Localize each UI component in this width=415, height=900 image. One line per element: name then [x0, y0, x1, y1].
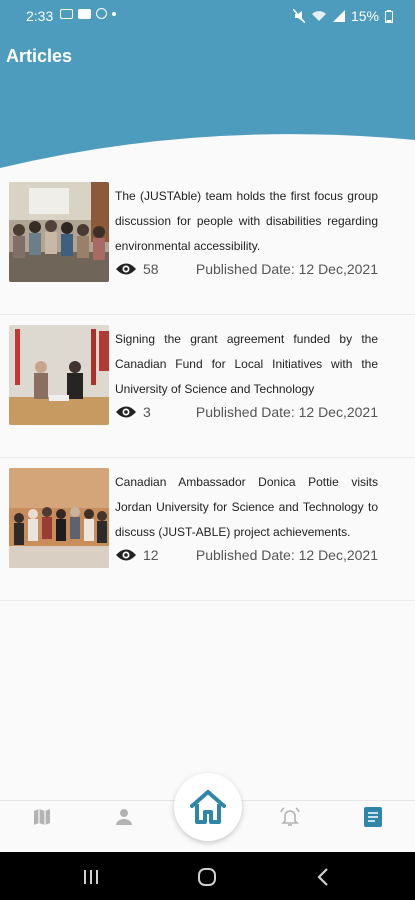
eye-icon	[116, 263, 136, 275]
article-title: Canadian Ambassador Donica Pottie visits…	[115, 475, 378, 539]
cc-icon	[96, 8, 107, 19]
recent-apps-icon	[84, 870, 98, 884]
page-title: Articles	[6, 46, 73, 66]
back-chevron-icon	[317, 868, 328, 886]
article-title: Signing the grant agreement funded by th…	[115, 332, 378, 396]
article-thumbnail[interactable]	[9, 182, 109, 282]
app-header: Articles	[0, 32, 415, 188]
alarm-bell-icon	[280, 807, 300, 826]
wifi-icon	[311, 11, 326, 21]
status-left-icons	[60, 8, 116, 19]
home-icon	[190, 790, 226, 824]
eye-icon	[116, 406, 136, 418]
published-date: Published Date: 12 Dec,2021	[195, 261, 378, 277]
view-count: 12	[143, 547, 159, 563]
recent-apps-button[interactable]	[80, 866, 102, 888]
article-item[interactable]: Canadian Ambassador Donica Pottie visits…	[0, 458, 415, 601]
nav-home[interactable]	[174, 773, 242, 841]
mute-icon	[292, 9, 305, 23]
battery-text: 15%	[350, 8, 379, 24]
circle-home-icon	[198, 868, 216, 886]
map-icon	[34, 809, 50, 825]
article-thumbnail[interactable]	[9, 325, 109, 425]
article-title: The (JUSTAble) team holds the first focu…	[115, 189, 378, 253]
screen-cast-icon	[60, 8, 73, 19]
status-bar: 2:33 15%	[0, 0, 415, 32]
youtube-icon	[78, 8, 91, 19]
person-icon	[116, 809, 132, 825]
article-meta: 58 Published Date: 12 Dec,2021	[115, 260, 378, 280]
nav-articles[interactable]	[353, 801, 393, 833]
status-time: 2:33	[26, 8, 54, 24]
published-date: Published Date: 12 Dec,2021	[195, 547, 378, 563]
signal-icon	[332, 10, 345, 22]
system-nav-bar	[0, 852, 415, 900]
article-meta: 3 Published Date: 12 Dec,2021	[115, 403, 378, 423]
nav-profile[interactable]	[104, 801, 144, 833]
articles-list: The (JUSTAble) team holds the first focu…	[0, 172, 415, 601]
home-system-button[interactable]	[196, 866, 218, 888]
screen: 2:33 15% Articles The (JUSTAble) team ho…	[0, 0, 415, 900]
nav-map[interactable]	[22, 801, 62, 833]
nav-alerts[interactable]	[270, 801, 310, 833]
article-item[interactable]: Signing the grant agreement funded by th…	[0, 315, 415, 458]
back-button[interactable]	[312, 866, 334, 888]
article-meta: 12 Published Date: 12 Dec,2021	[115, 546, 378, 566]
article-icon	[364, 807, 382, 827]
status-right-icons: 15%	[292, 8, 393, 24]
view-count: 58	[143, 261, 159, 277]
published-date: Published Date: 12 Dec,2021	[195, 404, 378, 420]
article-item[interactable]: The (JUSTAble) team holds the first focu…	[0, 172, 415, 315]
bottom-nav	[0, 773, 415, 852]
article-thumbnail[interactable]	[9, 468, 109, 568]
view-count: 3	[143, 404, 151, 420]
eye-icon	[116, 549, 136, 561]
notification-dot-icon	[112, 11, 116, 16]
battery-icon	[385, 9, 393, 23]
